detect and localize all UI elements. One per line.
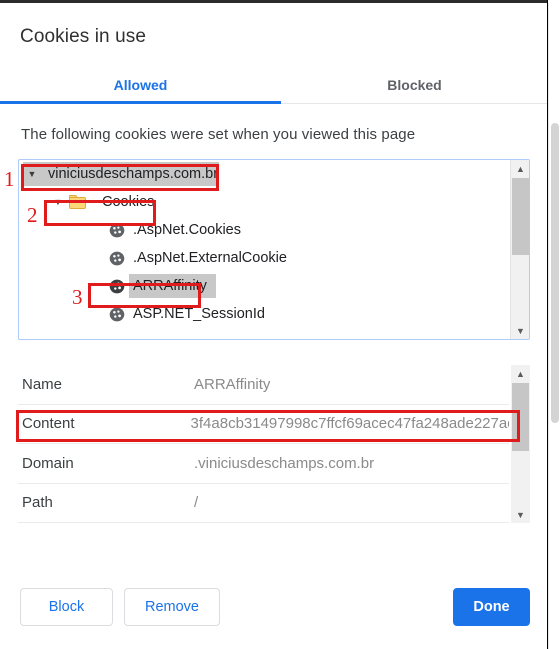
tree-cookie-arraffinity[interactable]: ARRAffinity — [19, 272, 510, 300]
cookie-icon — [109, 251, 125, 266]
detail-value: ARRAffinity — [194, 375, 271, 393]
detail-value: / — [194, 494, 199, 512]
details-scrollbar[interactable]: ▲ ▼ — [511, 365, 530, 523]
cookies-dialog: Cookies in use Allowed Blocked The follo… — [0, 3, 548, 649]
tree-root-label: viniciusdeschamps.com.br — [48, 166, 219, 182]
tab-active-indicator — [0, 101, 281, 104]
detail-label: Content — [22, 415, 75, 433]
detail-row-domain: Domain .viniciusdeschamps.com.br — [18, 444, 509, 484]
cookie-details-list: Name ARRAffinity Content 3f4a8cb31497998… — [18, 365, 509, 531]
detail-label: Name — [22, 375, 63, 393]
detail-row-name: Name ARRAffinity — [18, 365, 509, 405]
page-title: Cookies in use — [20, 26, 147, 47]
tree-cookie-aspnet-externalcookie[interactable]: .AspNet.ExternalCookie — [19, 244, 510, 272]
tab-blocked[interactable]: Blocked — [281, 65, 548, 105]
scrollbar-thumb[interactable] — [512, 178, 529, 255]
tree-cookie-aspnet-cookies[interactable]: .AspNet.Cookies — [19, 216, 510, 244]
tree-scrollbar[interactable]: ▲ ▼ — [510, 160, 529, 339]
tree-cookie-label: .AspNet.ExternalCookie — [133, 250, 287, 266]
detail-label: Path — [22, 494, 53, 512]
detail-value: 3f4a8cb31497998c7ffcf69acec47fa248ade227… — [190, 415, 509, 433]
scroll-up-arrow-icon[interactable]: ▲ — [511, 160, 529, 177]
tree-cookie-label: ASP.NET_SessionId — [133, 306, 265, 322]
cookie-details-panel: Name ARRAffinity Content 3f4a8cb31497998… — [18, 365, 530, 531]
block-button[interactable]: Block — [20, 588, 113, 626]
scrollbar-thumb[interactable] — [512, 383, 529, 451]
detail-row-content: Content 3f4a8cb31497998c7ffcf69acec47fa2… — [18, 405, 509, 444]
tree-root-row[interactable]: viniciusdeschamps.com.br — [19, 160, 510, 188]
cookies-in-use-dialog-screenshot: Cookies in use Allowed Blocked The follo… — [0, 0, 560, 649]
cookie-icon — [109, 223, 125, 238]
chevron-down-icon[interactable] — [49, 197, 67, 207]
detail-value: .viniciusdeschamps.com.br — [194, 454, 375, 472]
dialog-description: The following cookies were set when you … — [21, 126, 416, 143]
chevron-down-icon[interactable] — [23, 169, 41, 179]
tab-bar: Allowed Blocked — [0, 65, 548, 105]
tab-allowed[interactable]: Allowed — [0, 65, 281, 105]
detail-label: Domain — [22, 454, 74, 472]
scrollbar-thumb[interactable] — [551, 123, 559, 423]
tree-folder-row[interactable]: Cookies — [19, 188, 510, 216]
scroll-up-arrow-icon[interactable]: ▲ — [511, 365, 530, 382]
cookie-tree-list: viniciusdeschamps.com.br Cookies — [19, 160, 510, 339]
scroll-down-arrow-icon[interactable]: ▼ — [511, 322, 529, 339]
scroll-down-arrow-icon[interactable]: ▼ — [511, 506, 530, 523]
tree-cookie-label: ARRAffinity — [133, 278, 207, 294]
cookie-tree-panel: viniciusdeschamps.com.br Cookies — [18, 159, 530, 340]
tree-cookie-aspnet-sessionid[interactable]: ASP.NET_SessionId — [19, 300, 510, 328]
tree-folder-label: Cookies — [102, 194, 155, 210]
tree-cookie-label: .AspNet.Cookies — [133, 222, 241, 238]
dialog-footer: Block Remove Done — [0, 588, 548, 649]
folder-icon — [69, 195, 86, 209]
cookie-icon — [109, 307, 125, 322]
cookie-icon — [109, 279, 125, 294]
detail-row-path: Path / — [18, 484, 509, 523]
page-scrollbar[interactable] — [548, 3, 560, 649]
done-button[interactable]: Done — [453, 588, 530, 626]
remove-button[interactable]: Remove — [124, 588, 220, 626]
